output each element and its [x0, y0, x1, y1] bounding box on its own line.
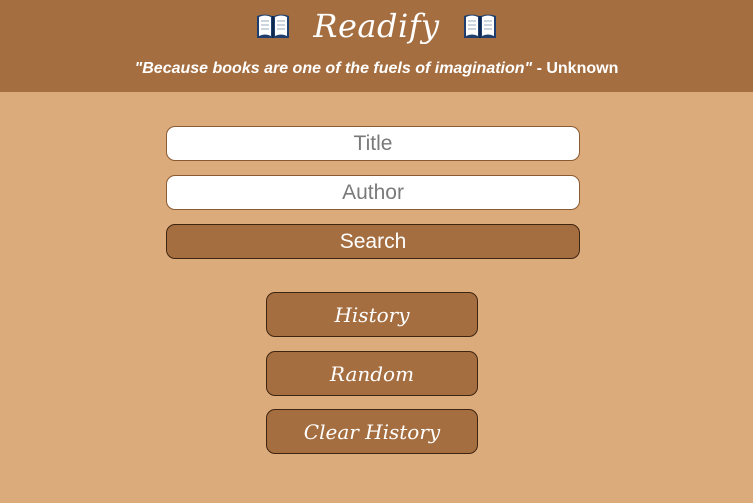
- header-bar: Readify "Because books are one of the fu…: [0, 0, 753, 92]
- random-button[interactable]: Random: [266, 351, 478, 396]
- title-row: Readify: [0, 4, 753, 48]
- history-button-label: History: [334, 302, 410, 327]
- random-button-label: Random: [329, 361, 415, 386]
- open-book-icon: [255, 11, 291, 41]
- clear-history-button[interactable]: Clear History: [266, 409, 478, 454]
- app-title: Readify: [313, 7, 440, 45]
- open-book-icon: [462, 11, 498, 41]
- search-button-label: Search: [339, 229, 407, 253]
- search-button[interactable]: Search: [166, 224, 580, 259]
- author-input[interactable]: [166, 175, 580, 210]
- quote: "Because books are one of the fuels of i…: [0, 60, 753, 84]
- clear-history-button-label: Clear History: [303, 419, 441, 444]
- quote-author: - Unknown: [532, 60, 619, 77]
- title-input[interactable]: [166, 126, 580, 161]
- quote-text: "Because books are one of the fuels of i…: [134, 60, 533, 77]
- history-button[interactable]: History: [266, 292, 478, 337]
